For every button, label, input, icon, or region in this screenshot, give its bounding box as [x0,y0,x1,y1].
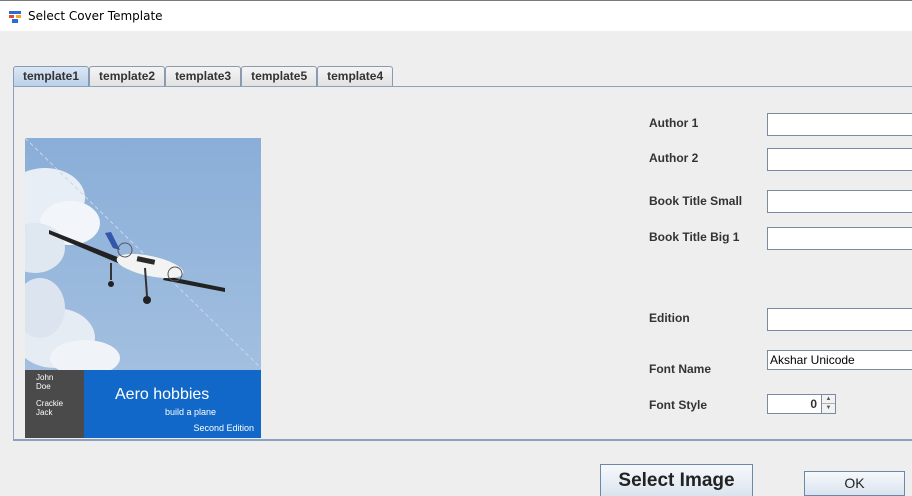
book-title-small-input[interactable] [767,190,912,213]
tab-template2[interactable]: template2 [89,66,166,86]
font-style-label: Font Style [649,398,708,412]
title-bar: Select Cover Template [0,0,912,31]
edition-input[interactable] [767,308,912,331]
author2-label: Author 2 [649,151,699,165]
cover-subtitle: build a plane [165,407,217,417]
font-name-label: Font Name [649,362,712,376]
tab-template4[interactable]: template4 [317,66,394,86]
edition-label: Edition [649,311,690,325]
template-tabs: template1 template2 template3 template5 … [13,66,394,87]
window-title: Select Cover Template [28,9,163,23]
font-name-input[interactable] [767,350,912,370]
cover-author-2: Crackie Jack [36,399,64,417]
spinner-buttons: ▲ ▼ [822,394,836,414]
tab-template5[interactable]: template5 [241,66,318,86]
book-title-big-label: Book Title Big 1 [649,230,740,244]
author2-input[interactable] [767,148,912,171]
cover-authors: John Doe Crackie Jack [25,370,84,438]
ok-button[interactable]: OK [804,471,905,496]
tab-template1[interactable]: template1 [13,66,90,87]
font-style-spinner: 0 ▲ ▼ [767,394,836,414]
cover-preview: John Doe Crackie Jack Aero hobbies build… [25,138,261,438]
app-logo-icon [9,11,21,23]
font-style-value[interactable]: 0 [767,394,822,414]
cover-title-block: Aero hobbies build a plane Second Editio… [84,370,261,438]
book-title-small-label: Book Title Small [649,194,743,208]
spinner-up-icon[interactable]: ▲ [822,395,835,404]
spinner-down-icon[interactable]: ▼ [822,404,835,413]
select-image-button[interactable]: Select Image [600,464,753,496]
author1-input[interactable] [767,113,912,136]
tab-template3[interactable]: template3 [165,66,242,86]
book-title-big-input[interactable] [767,227,912,250]
cover-edition: Second Edition [193,423,254,433]
author1-label: Author 1 [649,116,699,130]
cover-author-1: John Doe [36,373,54,391]
cover-title: Aero hobbies [115,386,210,403]
